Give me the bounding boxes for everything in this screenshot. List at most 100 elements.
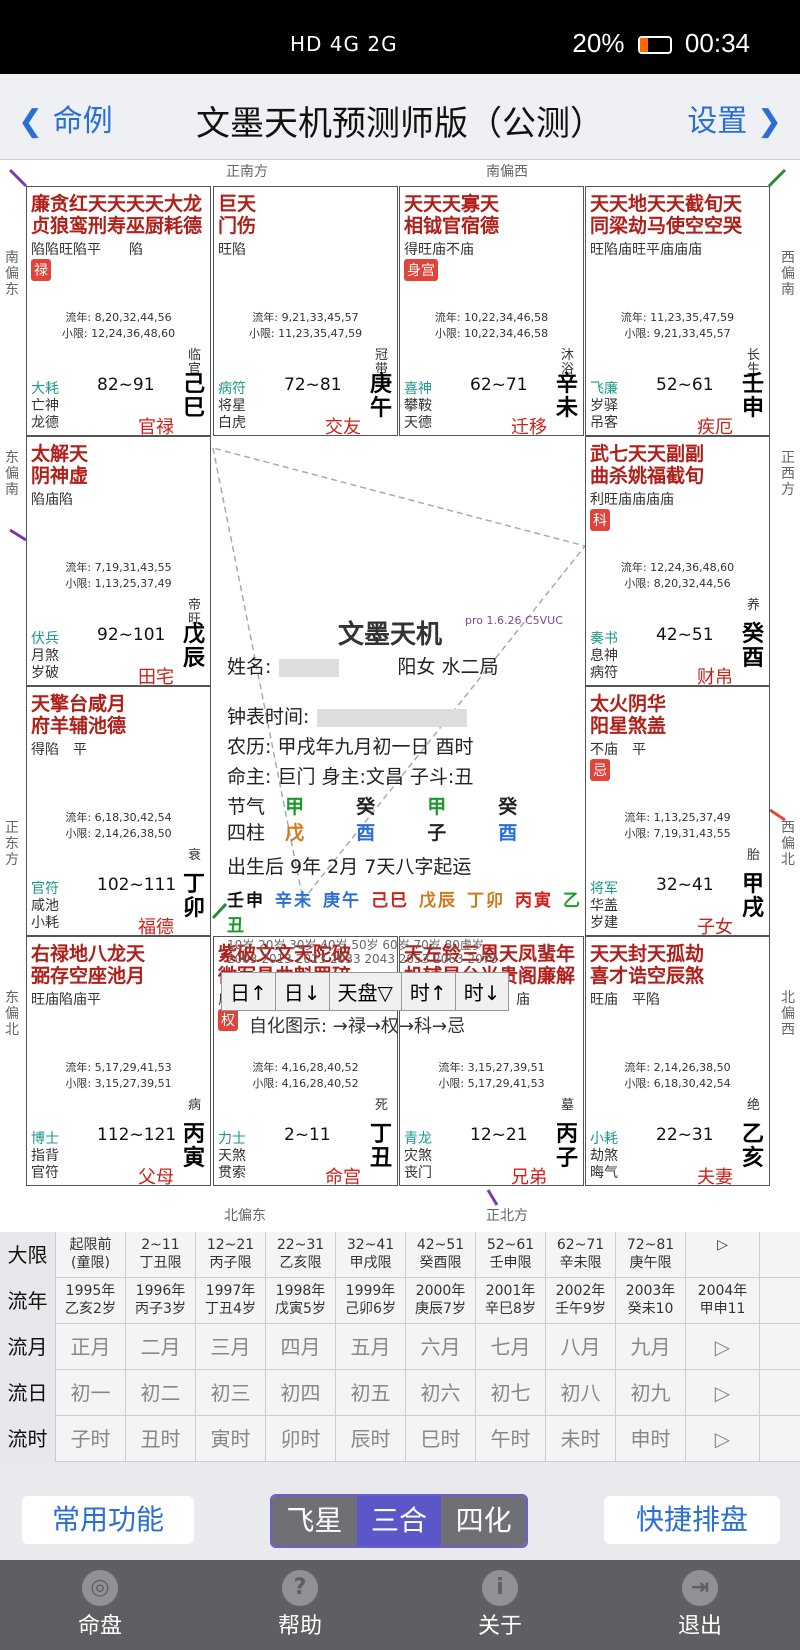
timeline-cell[interactable]: 丑时 — [126, 1416, 196, 1462]
palace-cell[interactable]: 右禄地八龙天 弼存空座池月 旺庙陷庙平 流年: 5,17,29,41,53 小限: 3… — [26, 936, 211, 1186]
palace-cell[interactable]: 太解天 阴神虚 陷庙陷 流年: 7,19,31,43,55 小限: 1,13,25,3… — [26, 436, 211, 686]
timeline-cell[interactable]: 寅时 — [196, 1416, 266, 1462]
tianpan-button[interactable]: 天盘▽ — [329, 973, 402, 1010]
age-range: 112~121 — [97, 1125, 177, 1145]
timeline-cell[interactable]: 初七 — [476, 1370, 546, 1416]
timeline-cell[interactable]: 未时 — [546, 1416, 616, 1462]
brightness-row: 陷庙陷 — [31, 492, 73, 508]
network-indicators: HD 4G 2G — [290, 32, 398, 56]
lunar-date: 农历: 甲戌年九月初一日 酉时 — [227, 736, 474, 758]
palace-cell[interactable]: 太火阴华 阳星煞盖 不庙 平忌流年: 1,13,25,37,49 小限: 7,19,… — [585, 686, 770, 936]
timeline-cell[interactable]: 三月 — [196, 1324, 266, 1370]
minor-stars: 将军 华盖 岁建 — [590, 881, 618, 931]
timeline-cell[interactable]: 2003年 癸未10 — [616, 1278, 686, 1324]
chevron-right-icon: ❯ — [747, 104, 782, 139]
quick-chart-button[interactable]: 快捷排盘 — [604, 1496, 780, 1544]
timeline-cell[interactable]: 初三 — [196, 1370, 266, 1416]
timeline-cell[interactable]: 五月 — [336, 1324, 406, 1370]
palace-cell[interactable]: 天天天寡天 相钺官宿德 得旺庙不庙 身宫 流年: 10,22,34,46,58 小限: … — [399, 186, 584, 436]
timeline-cell[interactable]: 1995年 乙亥2岁 — [56, 1278, 126, 1324]
timeline-cell[interactable]: 初二 — [126, 1370, 196, 1416]
timeline-cell[interactable]: ▷ — [686, 1370, 760, 1416]
palace-cell[interactable]: 巨天 门伤 旺陷 流年: 9,21,33,45,57 小限: 11,23,35,47,… — [213, 186, 398, 436]
brightness-row: 旺陷庙旺平庙庙庙 — [590, 242, 702, 258]
common-functions-button[interactable]: 常用功能 — [22, 1496, 194, 1544]
timeline-cell[interactable]: 辰时 — [336, 1416, 406, 1462]
timeline-cell[interactable]: 八月 — [546, 1324, 616, 1370]
settings-button[interactable]: 设置 ❯ — [687, 96, 782, 140]
timeline-cell[interactable]: 起限前 (童限) — [56, 1232, 126, 1278]
tab-mingpan[interactable]: ◎ 命盘 — [0, 1560, 200, 1650]
timeline-cell[interactable]: 初六 — [406, 1370, 476, 1416]
palace-name: 迁移 — [511, 417, 547, 436]
palace-cell[interactable]: 廉贪红天天天天大龙 贞狼鸾刑寿巫厨耗德 陷陷旺陷平 陷禄流年: 8,20,32,4… — [26, 186, 211, 436]
timeline-cell[interactable]: 12~21 丙子限 — [196, 1232, 266, 1278]
small-limit: 小限: 2,14,26,38,50 — [65, 827, 172, 840]
jieqi-row: 节气 甲 癸 甲 癸 — [227, 796, 518, 818]
sanhe-tab[interactable]: 三合 — [356, 1496, 442, 1546]
timeline-cell[interactable]: 2001年 辛巳8岁 — [476, 1278, 546, 1324]
timeline-cell[interactable]: 初一 — [56, 1370, 126, 1416]
timeline-cell[interactable]: 卯时 — [266, 1416, 336, 1462]
timeline-cell[interactable]: 六月 — [406, 1324, 476, 1370]
tab-about[interactable]: i 关于 — [400, 1560, 600, 1650]
palace-name: 父母 — [138, 1167, 174, 1186]
age-range: 62~71 — [470, 375, 528, 395]
small-limit: 小限: 10,22,34,46,58 — [434, 327, 549, 340]
flow-year: 流年: 8,20,32,44,56 — [65, 311, 172, 324]
timeline-cell[interactable]: 1999年 己卯6岁 — [336, 1278, 406, 1324]
timeline-cell[interactable]: 七月 — [476, 1324, 546, 1370]
minor-stars: 大耗 亡神 龙德 — [31, 381, 59, 431]
timeline-cell[interactable]: 子时 — [56, 1416, 126, 1462]
timeline-cell[interactable]: 四月 — [266, 1324, 336, 1370]
timeline-cell[interactable]: 22~31 乙亥限 — [266, 1232, 336, 1278]
timeline-cell[interactable]: 2002年 壬午9岁 — [546, 1278, 616, 1324]
timeline-cell[interactable]: 初五 — [336, 1370, 406, 1416]
tab-help[interactable]: ? 帮助 — [200, 1560, 400, 1650]
timeline-cell[interactable]: 52~61 壬申限 — [476, 1232, 546, 1278]
feixing-tab[interactable]: 飞星 — [272, 1496, 357, 1546]
minor-stars: 博士 指背 官符 — [31, 1131, 59, 1181]
sihua-tab[interactable]: 四化 — [441, 1496, 526, 1546]
small-limit: 小限: 11,23,35,47,59 — [248, 327, 363, 340]
timeline-cell[interactable]: 42~51 癸酉限 — [406, 1232, 476, 1278]
timeline-cell[interactable]: 午时 — [476, 1416, 546, 1462]
growth-state: 病 — [188, 1098, 202, 1113]
age-row: 10岁 20岁 30岁 40岁 50岁 60岁 70岁 80虚岁 — [227, 938, 484, 952]
sizhu-row: 四柱 戊 酉 子 酉 — [227, 822, 518, 844]
timeline-cell[interactable]: 72~81 庚午限 — [616, 1232, 686, 1278]
timeline-cell[interactable]: 62~71 辛未限 — [546, 1232, 616, 1278]
timeline-cell[interactable]: 正月 — [56, 1324, 126, 1370]
palace-cell[interactable]: 天天地天天截旬天 同梁劫马使空空哭 旺陷庙旺平庙庙庙 流年: 11,23,35,47… — [585, 186, 770, 436]
timeline-cell[interactable]: 1997年 丁丑4岁 — [196, 1278, 266, 1324]
timeline-cell[interactable]: 1998年 戊寅5岁 — [266, 1278, 336, 1324]
timeline-cell[interactable]: 九月 — [616, 1324, 686, 1370]
timeline-cell[interactable]: 巳时 — [406, 1416, 476, 1462]
minor-stars: 喜神 攀鞍 天德 — [404, 381, 432, 431]
palace-cell[interactable]: 天天封天孤劫 喜才诰空辰煞 旺庙 平陷 流年: 2,14,26,38,50 小限: 6… — [585, 936, 770, 1186]
timeline-cell[interactable]: 2000年 庚辰7岁 — [406, 1278, 476, 1324]
timeline-cell[interactable]: ▷ — [686, 1232, 760, 1278]
growth-state: 养 — [747, 598, 761, 613]
timeline-cell[interactable]: ▷ — [686, 1416, 760, 1462]
timeline-cell[interactable]: ▷ — [686, 1324, 760, 1370]
timeline-cell[interactable]: 2004年 甲申11 — [686, 1278, 760, 1324]
day-up-button[interactable]: 日↑ — [222, 973, 276, 1010]
timeline-cell[interactable]: 1996年 丙子3岁 — [126, 1278, 196, 1324]
master-row: 命主: 巨门 身主:文昌 子斗:丑 — [227, 766, 474, 788]
timeline-cell[interactable]: 初四 — [266, 1370, 336, 1416]
timeline-cell[interactable]: 二月 — [126, 1324, 196, 1370]
palace-cell[interactable]: 天擎台咸月 府羊辅池德 得陷 平流年: 6,18,30,42,54 小限: 2,14… — [26, 686, 211, 936]
timeline-cell[interactable]: 初八 — [546, 1370, 616, 1416]
timeline-cell[interactable]: 32~41 甲戌限 — [336, 1232, 406, 1278]
timeline-cell[interactable]: 2~11 丁丑限 — [126, 1232, 196, 1278]
palace-name: 兄弟 — [511, 1167, 547, 1186]
hour-down-button[interactable]: 时↓ — [455, 973, 509, 1010]
stem-branch: 丁丑 — [369, 1122, 392, 1171]
timeline-cell[interactable]: 初九 — [616, 1370, 686, 1416]
hour-up-button[interactable]: 时↑ — [401, 973, 456, 1010]
day-down-button[interactable]: 日↓ — [275, 973, 330, 1010]
tab-exit[interactable]: ⇥ 退出 — [600, 1560, 800, 1650]
timeline-cell[interactable]: 申时 — [616, 1416, 686, 1462]
palace-cell[interactable]: 武七天天副副 曲杀姚福截旬 利旺庙庙庙庙科流年: 12,24,36,48,60 小限… — [585, 436, 770, 686]
